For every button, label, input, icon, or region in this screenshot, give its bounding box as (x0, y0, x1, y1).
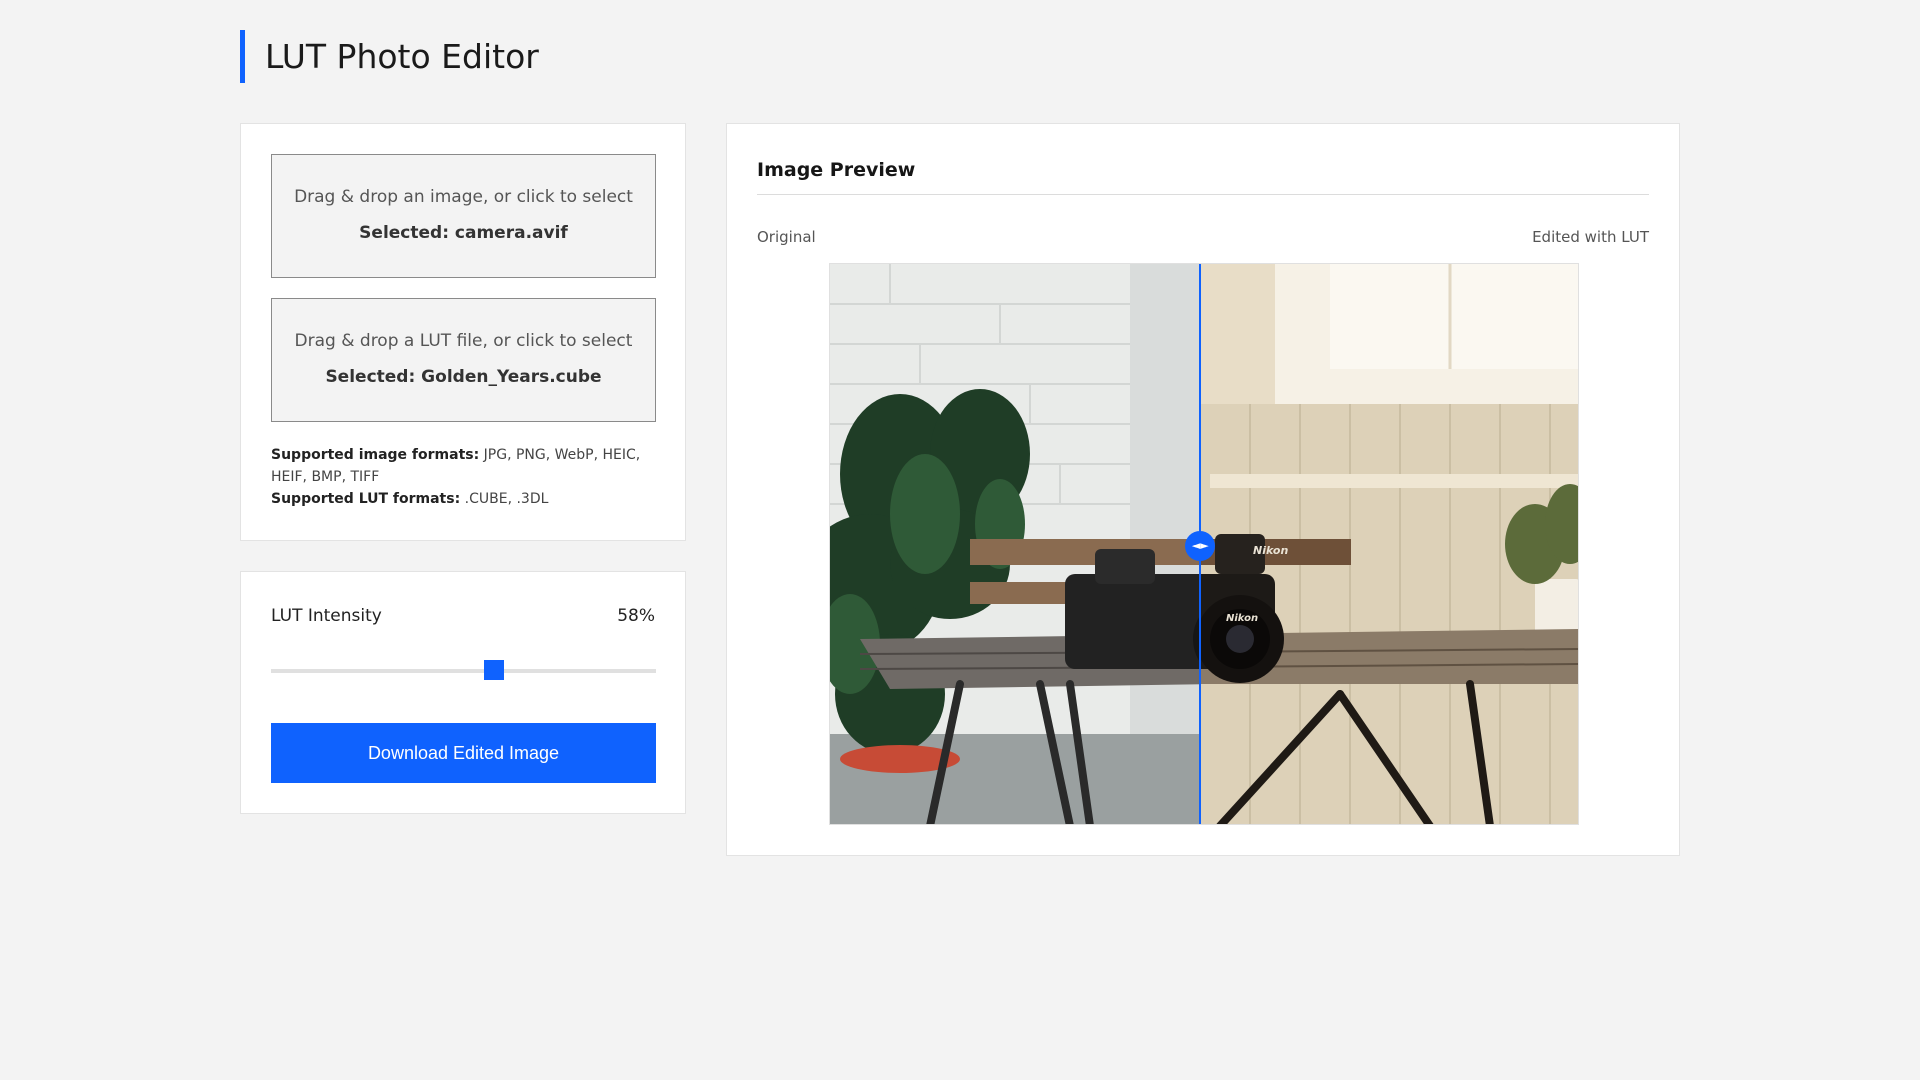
lut-dropzone[interactable]: Drag & drop a LUT file, or click to sele… (271, 298, 656, 422)
lut-formats-line: Supported LUT formats: .CUBE, .3DL (271, 488, 661, 510)
supported-formats: Supported image formats: JPG, PNG, WebP,… (271, 444, 661, 510)
original-label: Original (757, 228, 816, 246)
intensity-label: LUT Intensity (271, 606, 382, 626)
lut-formats-label: Supported LUT formats: (271, 491, 461, 507)
edited-label: Edited with LUT (1532, 228, 1649, 246)
image-dropzone-hint: Drag & drop an image, or click to select (294, 187, 633, 207)
image-compare-viewer[interactable]: Nikon Nikon ◄► (829, 263, 1579, 825)
intensity-value: 58% (617, 606, 655, 626)
intensity-slider[interactable] (271, 660, 656, 680)
upload-card: Drag & drop an image, or click to select… (240, 123, 686, 541)
camera-brand-text-lens: Nikon (1226, 613, 1258, 624)
image-selected-filename: Selected: camera.avif (359, 223, 568, 243)
preview-title: Image Preview (757, 159, 916, 181)
lut-selected-filename: Selected: Golden_Years.cube (325, 367, 602, 387)
lut-formats-value: .CUBE, .3DL (464, 491, 549, 507)
image-dropzone[interactable]: Drag & drop an image, or click to select… (271, 154, 656, 278)
lut-dropzone-hint: Drag & drop a LUT file, or click to sele… (294, 331, 633, 351)
image-formats-label: Supported image formats: (271, 447, 480, 463)
intensity-card: LUT Intensity 58% Download Edited Image (240, 571, 686, 814)
download-button[interactable]: Download Edited Image (271, 723, 656, 783)
preview-divider (757, 194, 1649, 195)
intensity-slider-thumb[interactable] (484, 660, 505, 680)
preview-card: Image Preview Original Edited with LUT N… (726, 123, 1680, 856)
image-formats-line: Supported image formats: JPG, PNG, WebP,… (271, 444, 661, 488)
camera-brand-text-top: Nikon (1253, 544, 1288, 557)
page-title: LUT Photo Editor (240, 30, 539, 83)
